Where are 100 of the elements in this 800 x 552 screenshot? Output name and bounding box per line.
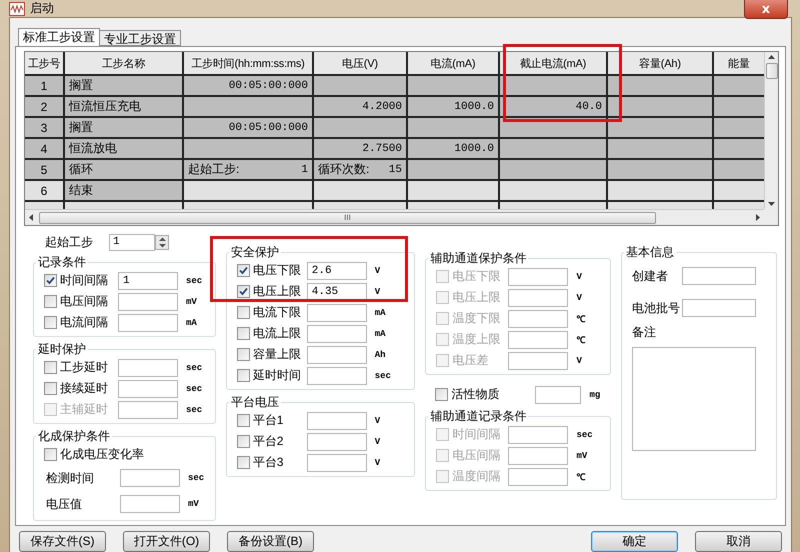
input-field[interactable] [508, 310, 568, 328]
checkbox[interactable] [44, 448, 57, 461]
field-label: 备注 [632, 324, 658, 340]
unit-label: sec [186, 404, 202, 414]
file-button[interactable]: 备份设置(B) [227, 530, 314, 552]
checkbox[interactable] [236, 456, 250, 469]
input-field[interactable] [118, 292, 178, 310]
checkbox[interactable] [236, 264, 250, 277]
unit-label: V [576, 292, 582, 302]
checkbox-label: 电压上限 [252, 283, 302, 300]
checkbox[interactable] [44, 316, 57, 329]
input-field[interactable] [508, 468, 568, 486]
left-arrow-icon[interactable] [28, 214, 35, 221]
close-button[interactable]: x [744, 0, 788, 19]
checkbox[interactable] [236, 327, 250, 340]
unit-label: sec [186, 362, 202, 372]
checkbox[interactable] [435, 388, 448, 401]
column-header[interactable]: 截止电流(mA) [500, 52, 608, 76]
column-header[interactable]: 电流(mA) [408, 52, 500, 76]
dialog-button[interactable]: 取消 [695, 530, 782, 552]
input-field[interactable] [508, 446, 568, 464]
input-field[interactable] [118, 314, 178, 332]
table-cell: 6 [25, 181, 65, 202]
checkbox-label: 电压下限 [452, 268, 502, 285]
scroll-thumb[interactable]: III [39, 212, 656, 224]
group-title: 辅助通道保护条件 [429, 250, 528, 267]
input-field[interactable] [306, 304, 367, 322]
file-button[interactable]: 保存文件(S) [19, 530, 106, 552]
checkbox[interactable] [236, 285, 250, 298]
spin-arrows-icon[interactable] [155, 234, 169, 250]
up-arrow-icon[interactable] [768, 54, 775, 61]
table-cell: 恒流恒压充电 [65, 97, 184, 118]
table-cell: 00:05:00:000 [184, 76, 314, 97]
input-field[interactable] [682, 267, 756, 285]
right-arrow-icon[interactable] [754, 214, 761, 221]
checkbox[interactable] [236, 306, 250, 319]
input-field[interactable]: 1 [118, 272, 178, 290]
checkbox[interactable] [44, 274, 57, 287]
column-header[interactable]: 电压(V) [314, 52, 408, 76]
spin-field[interactable]: 1 [109, 234, 155, 250]
check-icon [238, 287, 248, 296]
input-field[interactable] [508, 352, 568, 370]
down-arrow-icon[interactable] [768, 200, 775, 207]
checkbox-label: 平台1 [252, 412, 284, 429]
input-field[interactable] [118, 400, 178, 418]
checkbox[interactable] [44, 361, 57, 374]
input-field[interactable] [120, 469, 180, 487]
cell-label: 循环次数: [318, 161, 370, 178]
tab[interactable]: 标准工步设置 [18, 28, 100, 46]
input-field[interactable] [306, 432, 367, 450]
input-field[interactable] [535, 386, 582, 404]
input-field[interactable] [306, 346, 367, 364]
horizontal-scrollbar[interactable]: III [25, 209, 764, 225]
input-field[interactable] [118, 358, 178, 376]
input-field[interactable] [682, 299, 756, 317]
checkbox-label: 化成电压变化率 [60, 446, 145, 463]
checkbox[interactable] [236, 348, 250, 361]
input-field[interactable] [306, 412, 367, 430]
vertical-scrollbar[interactable] [764, 52, 778, 209]
column-header[interactable]: 容量(Ah) [608, 52, 714, 76]
checkbox[interactable] [44, 295, 57, 308]
checkbox-label: 活性物质 [451, 386, 500, 403]
checkbox-label: 电流间隔 [60, 314, 109, 331]
file-button[interactable]: 打开文件(O) [123, 530, 210, 552]
unit-label: V [576, 272, 582, 282]
notes-field[interactable] [632, 347, 756, 451]
unit-label: sec [186, 384, 202, 394]
input-field[interactable] [306, 454, 367, 472]
input-field[interactable] [306, 324, 367, 342]
checkbox[interactable] [236, 435, 250, 448]
column-header[interactable]: 工步名称 [65, 52, 184, 76]
column-header[interactable]: 能量 [714, 52, 764, 76]
unit-label: V [374, 436, 380, 446]
input-field[interactable] [508, 426, 568, 444]
input-field[interactable] [118, 380, 178, 398]
dialog-button[interactable]: 确定 [591, 530, 678, 552]
tab[interactable]: 专业工步设置 [99, 30, 181, 46]
table-cell [714, 97, 764, 118]
table-cell: 3 [25, 118, 65, 139]
table-cell: 5 [25, 160, 65, 181]
checkbox[interactable] [236, 414, 250, 427]
field-label: 创建者 [632, 268, 670, 284]
checkbox-label: 接续延时 [60, 380, 109, 397]
scroll-thumb[interactable] [766, 63, 778, 79]
group-title: 辅助通道记录条件 [429, 408, 528, 425]
input-field[interactable] [306, 366, 367, 384]
checkbox[interactable] [44, 382, 57, 395]
column-header[interactable]: 工步时间(hh:mm:ss:ms) [184, 52, 314, 76]
checkbox-label: 电压差 [452, 352, 490, 369]
input-field[interactable]: 2.6 [306, 262, 367, 280]
table-cell: 4 [25, 139, 65, 160]
table-cell: 搁置 [65, 118, 184, 139]
input-field[interactable] [508, 330, 568, 348]
checkbox[interactable] [236, 369, 250, 382]
input-field[interactable] [120, 495, 180, 513]
group-title: 记录条件 [37, 254, 87, 271]
input-field[interactable] [508, 288, 568, 306]
input-field[interactable] [508, 268, 568, 286]
column-header[interactable]: 工步号 [25, 52, 65, 76]
input-field[interactable]: 4.35 [306, 282, 367, 300]
